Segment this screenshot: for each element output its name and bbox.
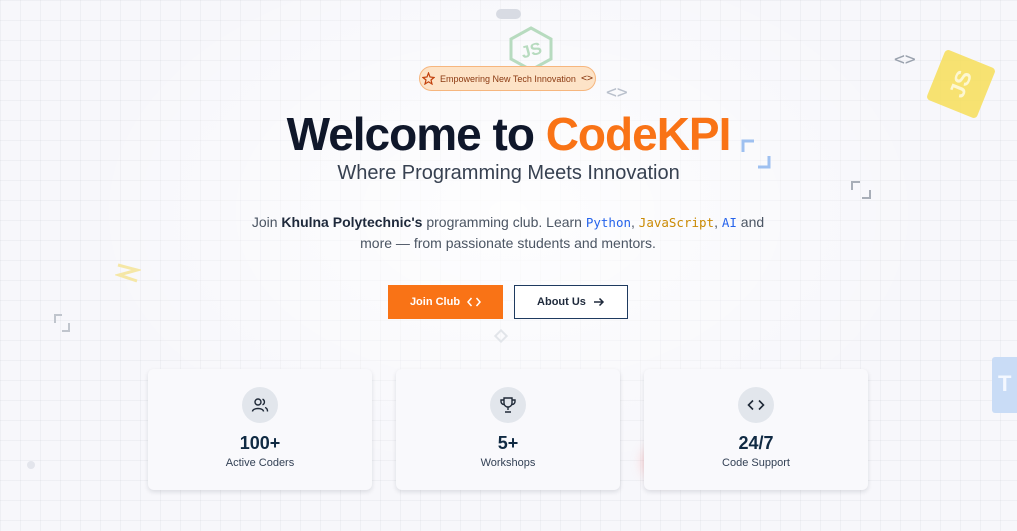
stat-label: Workshops — [480, 457, 536, 469]
stat-card-coders: 100+ Active Coders — [148, 369, 372, 490]
desc-tail: more — from passionate students and ment… — [360, 235, 656, 251]
svg-text:JS: JS — [519, 39, 544, 63]
code-brackets-icon: <> — [580, 73, 593, 84]
stat-value: 24/7 — [738, 433, 774, 453]
lang-python: Python — [585, 215, 632, 230]
stat-value: 5+ — [497, 433, 519, 453]
title-prefix: Welcome to — [286, 108, 535, 160]
page-subtitle: Where Programming Meets Innovation — [337, 162, 680, 184]
arrow-right-icon — [593, 297, 604, 307]
code-icon — [738, 387, 774, 423]
about-us-label: About Us — [537, 296, 586, 308]
code-glyph-decoration: <> — [894, 49, 916, 70]
lang-javascript: JavaScript — [638, 215, 715, 230]
code-glyph-decoration: <> — [606, 82, 628, 103]
top-pill-decoration — [496, 9, 521, 19]
bracket-corner-icon — [54, 314, 70, 332]
small-diamond-decoration — [494, 329, 508, 343]
stat-card-workshops: 5+ Workshops — [396, 369, 620, 490]
page-title: Welcome to CodeKPI — [0, 107, 1017, 161]
badge-text: Empowering New Tech Innovation — [440, 73, 576, 84]
lightning-bolt-icon — [115, 263, 141, 283]
join-club-label: Join Club — [409, 296, 461, 308]
dot-decoration — [27, 461, 35, 469]
code-brackets-icon — [467, 297, 482, 307]
nodejs-hex-icon: JS — [509, 26, 553, 71]
desc-join: Join — [251, 214, 278, 230]
lang-ai: AI — [721, 215, 737, 230]
trophy-icon — [490, 387, 526, 423]
sparkle-star-icon — [422, 72, 436, 85]
hero-description: Join Khulna Polytechnic's programming cl… — [251, 214, 765, 251]
announcement-badge: Empowering New Tech Innovation <> — [419, 66, 596, 91]
stat-label: Active Coders — [225, 457, 295, 469]
stat-label: Code Support — [722, 457, 790, 469]
ts-badge-text: T — [998, 371, 1012, 396]
users-icon — [242, 387, 278, 423]
join-club-button[interactable]: Join Club — [388, 285, 503, 319]
about-us-button[interactable]: About Us — [514, 285, 628, 319]
stat-value: 100+ — [239, 433, 281, 453]
title-brand: CodeKPI — [545, 108, 732, 160]
desc-and: and — [740, 214, 765, 230]
desc-mid: programming club. Learn — [426, 214, 582, 230]
stat-card-support: 24/7 Code Support — [644, 369, 868, 490]
typescript-logo-decoration: T — [992, 357, 1017, 413]
desc-org: Khulna Polytechnic's — [281, 214, 423, 230]
